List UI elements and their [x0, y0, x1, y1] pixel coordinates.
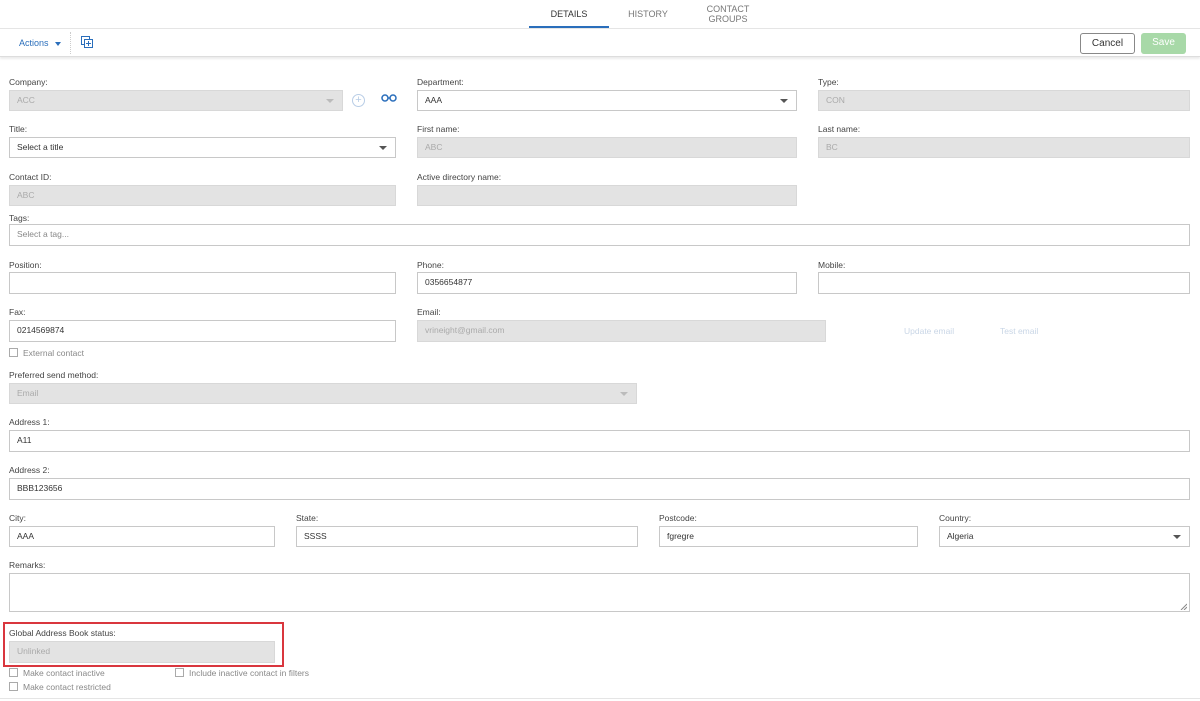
send-method-label: Preferred send method:	[9, 370, 99, 380]
chevron-down-icon	[379, 146, 387, 150]
test-email-link[interactable]: Test email	[1000, 326, 1038, 336]
chevron-down-icon	[780, 99, 788, 103]
address2-input[interactable]: BBB123656	[9, 478, 1190, 500]
email-field: vrineight@gmail.com	[417, 320, 826, 342]
state-label: State:	[296, 513, 319, 523]
mobile-input[interactable]	[818, 272, 1190, 294]
view-company-icon[interactable]	[381, 93, 397, 105]
bottom-divider	[0, 698, 1200, 699]
first-name-label: First name:	[417, 124, 460, 134]
address1-label: Address 1:	[9, 417, 50, 427]
city-input[interactable]: AAA	[9, 526, 275, 547]
tab-details[interactable]: DETAILS	[529, 9, 609, 19]
send-method-select[interactable]: Email	[9, 383, 637, 404]
actions-menu[interactable]: Actions	[19, 38, 62, 48]
make-restricted-checkbox[interactable]	[9, 682, 18, 691]
type-label: Type:	[818, 77, 839, 87]
duplicate-icon[interactable]	[81, 36, 93, 48]
make-inactive-label: Make contact inactive	[23, 668, 105, 678]
title-select[interactable]: Select a title	[9, 137, 396, 158]
save-button[interactable]: Save	[1141, 33, 1186, 54]
country-label: Country:	[939, 513, 972, 523]
title-value: Select a title	[17, 142, 64, 152]
mobile-label: Mobile:	[818, 260, 846, 270]
make-inactive-checkbox[interactable]	[9, 668, 18, 677]
remarks-label: Remarks:	[9, 560, 46, 570]
actions-label: Actions	[19, 38, 49, 48]
gab-status-label: Global Address Book status:	[9, 628, 116, 638]
position-input[interactable]	[9, 272, 396, 294]
department-value: AAA	[425, 95, 443, 105]
add-company-icon[interactable]: +	[352, 94, 365, 107]
external-contact-label: External contact	[23, 348, 84, 358]
postcode-label: Postcode:	[659, 513, 697, 523]
address2-label: Address 2:	[9, 465, 50, 475]
tags-input[interactable]: Select a tag...	[9, 224, 1190, 246]
title-label: Title:	[9, 124, 28, 134]
make-restricted-label: Make contact restricted	[23, 682, 111, 692]
caret-down-icon	[55, 41, 62, 46]
city-label: City:	[9, 513, 26, 523]
fax-input[interactable]: 0214569874	[9, 320, 396, 342]
resize-handle-icon[interactable]	[1180, 602, 1188, 612]
company-label: Company:	[9, 77, 48, 87]
send-method-value: Email	[17, 388, 39, 398]
first-name-field: ABC	[417, 137, 797, 158]
remarks-textarea[interactable]	[9, 573, 1190, 612]
toolbar-separator	[70, 32, 71, 54]
gab-status-field: Unlinked	[9, 641, 275, 663]
phone-label: Phone:	[417, 260, 444, 270]
chevron-down-icon	[1173, 535, 1181, 539]
department-label: Department:	[417, 77, 464, 87]
tags-label: Tags:	[9, 213, 30, 223]
postcode-input[interactable]: fgregre	[659, 526, 918, 547]
contact-id-field: ABC	[9, 185, 396, 206]
chevron-down-icon	[620, 392, 628, 396]
update-email-link[interactable]: Update email	[904, 326, 954, 336]
email-label: Email:	[417, 307, 441, 317]
toolbar: Actions Cancel Save	[0, 29, 1200, 57]
country-value: Algeria	[947, 531, 974, 541]
department-select[interactable]: AAA	[417, 90, 797, 111]
tab-contact-groups[interactable]: CONTACT GROUPS	[698, 4, 758, 24]
include-inactive-checkbox[interactable]	[175, 668, 184, 677]
tab-history[interactable]: HISTORY	[618, 9, 678, 19]
last-name-label: Last name:	[818, 124, 861, 134]
ad-name-field	[417, 185, 797, 206]
state-input[interactable]: SSSS	[296, 526, 638, 547]
contact-id-label: Contact ID:	[9, 172, 52, 182]
type-field: CON	[818, 90, 1190, 111]
chevron-down-icon	[326, 99, 334, 103]
fax-label: Fax:	[9, 307, 26, 317]
country-select[interactable]: Algeria	[939, 526, 1190, 547]
company-select[interactable]: ACC	[9, 90, 343, 111]
cancel-button[interactable]: Cancel	[1080, 33, 1135, 54]
external-contact-checkbox[interactable]	[9, 348, 18, 357]
phone-input[interactable]: 0356654877	[417, 272, 797, 294]
include-inactive-label: Include inactive contact in filters	[189, 668, 310, 678]
address1-input[interactable]: A11	[9, 430, 1190, 452]
position-label: Position:	[9, 260, 42, 270]
last-name-field: BC	[818, 137, 1190, 158]
ad-name-label: Active directory name:	[417, 172, 502, 182]
company-value: ACC	[17, 95, 35, 105]
